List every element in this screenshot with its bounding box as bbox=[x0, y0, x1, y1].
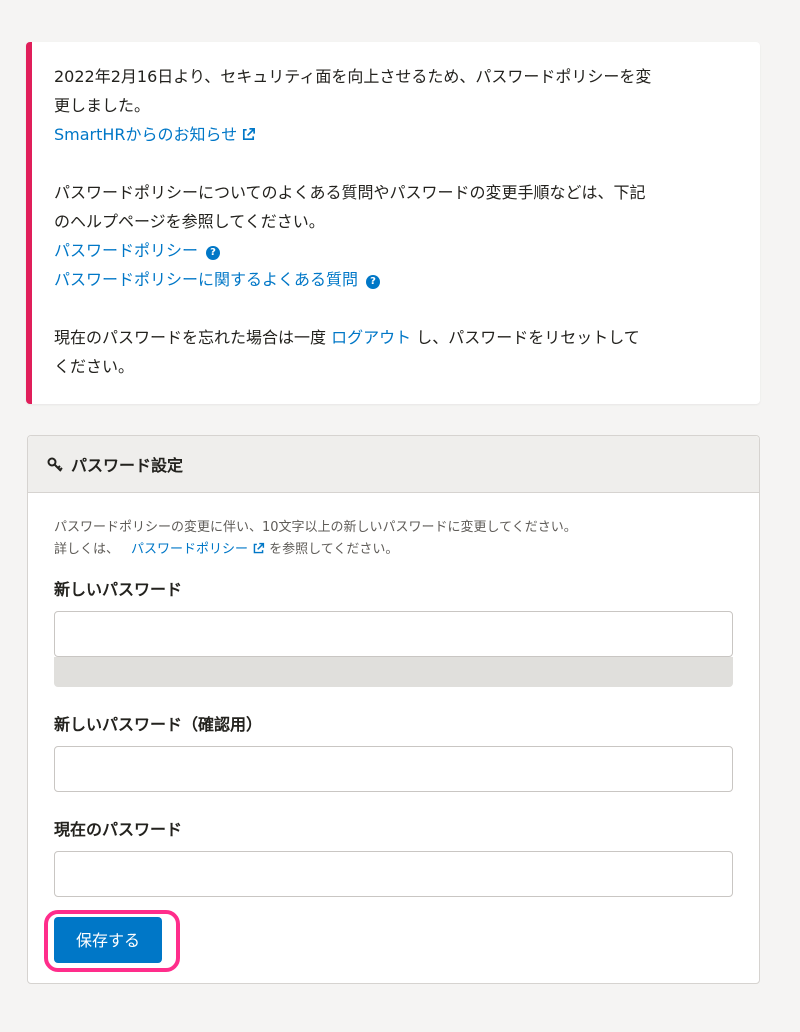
password-policy-link[interactable]: パスワードポリシー bbox=[131, 542, 265, 557]
password-settings-panel: パスワード設定 パスワードポリシーの変更に伴い、10文字以上の新しいパスワードに… bbox=[27, 435, 760, 984]
notice-text: 2022年2月16日より、セキュリティ面を向上させるため、パスワードポリシーを変… bbox=[54, 67, 652, 115]
current-password-input[interactable] bbox=[54, 851, 733, 897]
current-password-label: 現在のパスワード bbox=[54, 820, 183, 839]
question-circle-icon: ? bbox=[366, 275, 381, 289]
panel-description: パスワードポリシーの変更に伴い、10文字以上の新しいパスワードに変更してください… bbox=[54, 520, 577, 557]
panel-header: パスワード設定 bbox=[28, 436, 759, 493]
password-policy-faq-link[interactable]: パスワードポリシーに関するよくある質問? bbox=[54, 270, 381, 289]
new-password-label: 新しいパスワード bbox=[54, 580, 183, 599]
question-circle-icon: ? bbox=[206, 246, 221, 260]
external-link-icon bbox=[243, 128, 256, 141]
password-strength-meter bbox=[54, 657, 733, 687]
logout-text: 現在のパスワードを忘れた場合は一度 ログアウト し、パスワードをリセットして くだ… bbox=[54, 328, 640, 376]
panel-title: パスワード設定 bbox=[71, 456, 184, 475]
confirm-password-label: 新しいパスワード（確認用） bbox=[54, 715, 263, 734]
smarthr-news-link[interactable]: SmartHRからのお知らせ bbox=[54, 125, 256, 144]
password-policy-help-link[interactable]: パスワードポリシー? bbox=[54, 241, 221, 260]
logout-link[interactable]: ログアウト bbox=[331, 328, 411, 347]
policy-notice: 2022年2月16日より、セキュリティ面を向上させるため、パスワードポリシーを変… bbox=[26, 42, 760, 404]
help-text: パスワードポリシーについてのよくある質問やパスワードの変更手順などは、下記 のヘル… bbox=[54, 183, 646, 231]
external-link-icon bbox=[253, 542, 265, 554]
key-icon bbox=[47, 457, 63, 472]
confirm-password-input[interactable] bbox=[54, 746, 733, 792]
save-button[interactable]: 保存する bbox=[54, 917, 162, 963]
new-password-input[interactable] bbox=[54, 611, 733, 657]
